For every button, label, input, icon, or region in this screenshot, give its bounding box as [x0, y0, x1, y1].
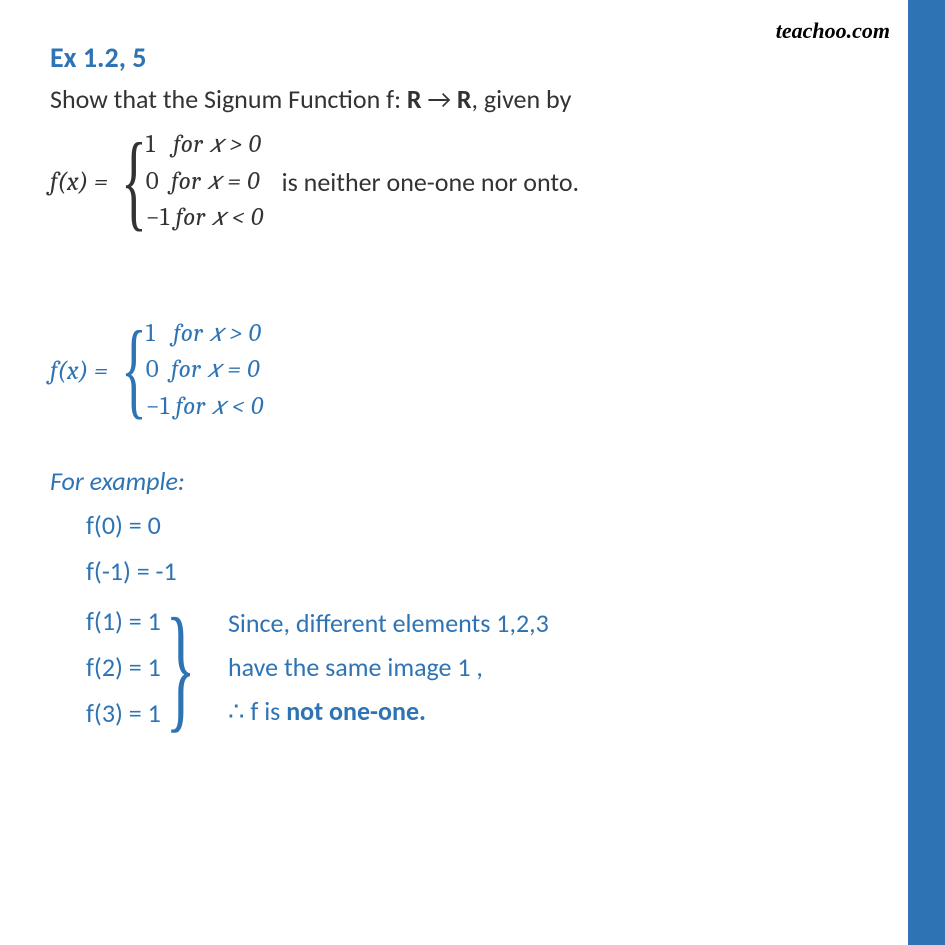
question-codomain: R: [457, 83, 472, 115]
example-line-3: f(1) = 1: [86, 605, 161, 637]
example-line-5: f(3) = 1: [86, 697, 161, 729]
site-logo: teachoo.com: [776, 18, 890, 44]
pw-cond-2: for 𝑥 = 0: [171, 167, 260, 196]
pw-val-1: 1: [146, 130, 156, 159]
piecewise-body-1: 1 for 𝑥 > 0 0 for 𝑥 = 0 −1 for 𝑥 < 0: [146, 127, 264, 236]
piecewise2-row-3: −1 for 𝑥 < 0: [146, 389, 264, 425]
examples-block: f(0) = 0 f(-1) = -1 f(1) = 1 f(2) = 1 f(…: [50, 509, 858, 734]
piecewise2-row-1: 1 for 𝑥 > 0: [146, 316, 264, 352]
pw-cond-3: for 𝑥 < 0: [176, 203, 264, 232]
pw2-val-2: 0: [146, 355, 159, 384]
piecewise-after-text: is neither one-one nor onto.: [282, 166, 579, 198]
conclusion-bold: not one-one.: [286, 695, 426, 727]
example-heading: For example:: [50, 465, 858, 497]
left-brace-icon: {: [121, 139, 147, 225]
piecewise-body-2: 1 for 𝑥 > 0 0 for 𝑥 = 0 −1 for 𝑥 < 0: [146, 316, 264, 425]
page-content: Ex 1.2, 5 Show that the Signum Function …: [0, 0, 908, 773]
question-suffix: , given by: [472, 83, 572, 115]
pw2-cond-1: for 𝑥 > 0: [173, 319, 261, 348]
piecewise-definition-2: f(x) = { 1 for 𝑥 > 0 0 for 𝑥 = 0 −1 for …: [50, 316, 858, 425]
piecewise-row-3: −1 for 𝑥 < 0: [146, 200, 264, 236]
example-group-col: f(1) = 1 f(2) = 1 f(3) = 1: [86, 605, 161, 729]
pw2-val-3: −1: [146, 392, 170, 421]
right-brace-icon: }: [165, 615, 195, 720]
conclusion-line-1: Since, different elements 1,2,3: [228, 601, 549, 645]
example-line-1: f(0) = 0: [86, 509, 858, 541]
question-text: Show that the Signum Function f: R → R, …: [50, 81, 858, 117]
piecewise-row-2: 0 for 𝑥 = 0: [146, 164, 264, 200]
exercise-heading: Ex 1.2, 5: [50, 40, 858, 75]
piecewise-row-1: 1 for 𝑥 > 0: [146, 127, 264, 163]
piecewise-definition-1: f(x) = { 1 for 𝑥 > 0 0 for 𝑥 = 0 −1 for …: [50, 127, 858, 236]
left-brace-icon-2: {: [121, 327, 147, 413]
fx-label-1: f(x) =: [50, 167, 108, 197]
conclusion-line-2: have the same image 1 ,: [228, 645, 549, 689]
pw-val-3: −1: [146, 203, 170, 232]
example-line-2: f(-1) = -1: [86, 555, 858, 587]
conclusion-prefix: ∴ f is: [228, 695, 286, 727]
conclusion-text: Since, different elements 1,2,3 have the…: [228, 601, 549, 734]
brand-sidebar: [908, 0, 945, 945]
pw2-cond-2: for 𝑥 = 0: [171, 355, 260, 384]
example-line-4: f(2) = 1: [86, 651, 161, 683]
question-prefix: Show that the Signum Function f:: [50, 83, 407, 115]
piecewise2-row-2: 0 for 𝑥 = 0: [146, 352, 264, 388]
pw-val-2: 0: [146, 167, 159, 196]
pw2-val-1: 1: [146, 319, 156, 348]
conclusion-line-3: ∴ f is not one-one.: [228, 689, 549, 733]
example-group: f(1) = 1 f(2) = 1 f(3) = 1 } Since, diff…: [86, 601, 858, 734]
pw2-cond-3: for 𝑥 < 0: [176, 392, 264, 421]
question-arrow: →: [422, 83, 457, 115]
question-domain: R: [407, 83, 422, 115]
pw-cond-1: for 𝑥 > 0: [173, 130, 261, 159]
fx-label-2: f(x) =: [50, 356, 108, 386]
